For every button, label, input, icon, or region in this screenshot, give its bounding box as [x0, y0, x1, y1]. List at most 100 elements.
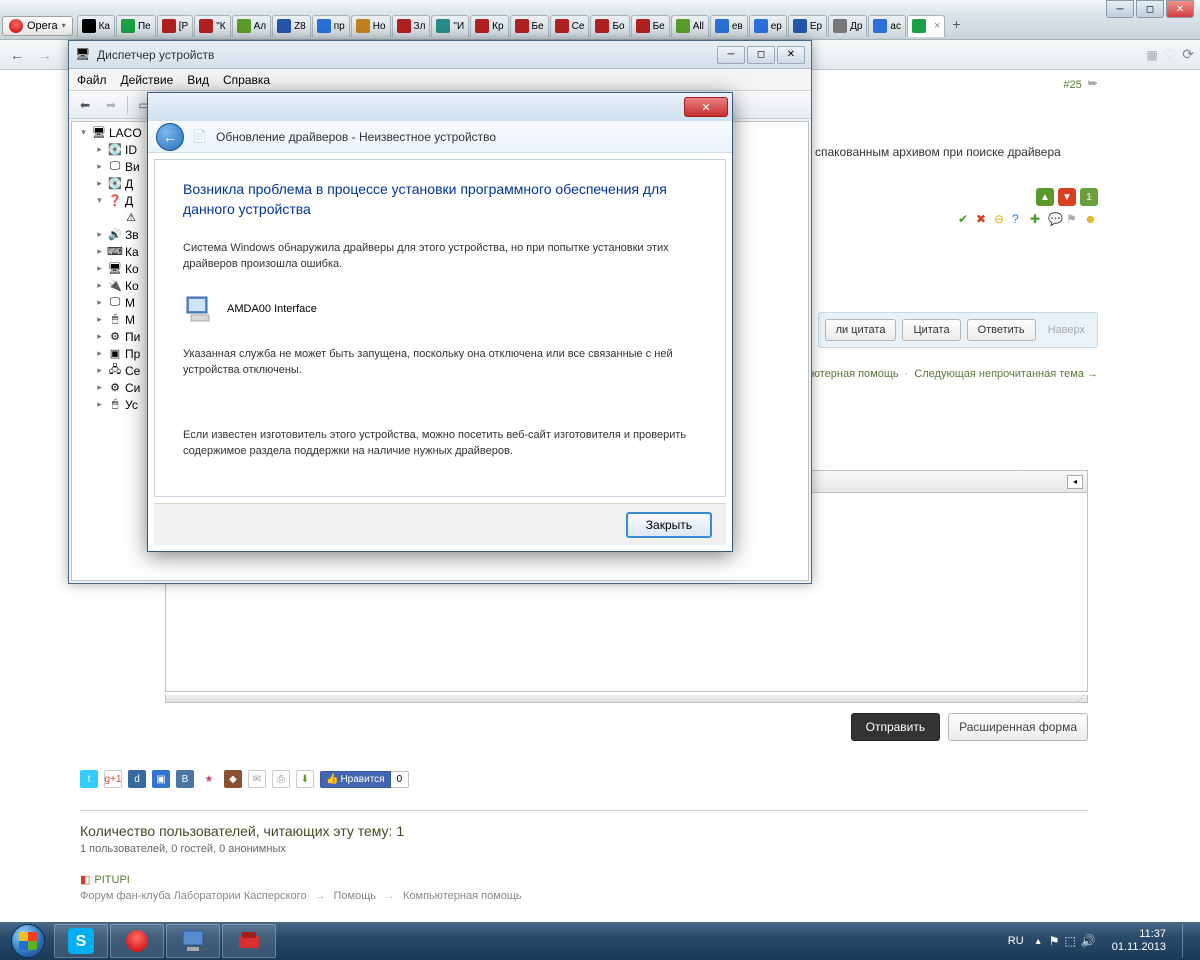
opera-menu-button[interactable]: Opera ▾: [2, 16, 73, 36]
menu-view[interactable]: Вид: [187, 73, 209, 87]
tree-expander-icon[interactable]: ▸: [94, 144, 105, 155]
tray-network-icon[interactable]: ⬚: [1064, 934, 1075, 948]
taskbar-app4[interactable]: [222, 924, 276, 958]
tree-expander-icon[interactable]: ▸: [94, 382, 105, 393]
browser-tab[interactable]: Пе: [116, 15, 156, 37]
tree-expander-icon[interactable]: ▸: [94, 229, 105, 240]
browser-tab[interactable]: Др: [828, 15, 867, 37]
x-icon[interactable]: ✖: [976, 212, 990, 226]
plus-icon[interactable]: ✚: [1030, 212, 1044, 226]
minus-icon[interactable]: ⊖: [994, 212, 1008, 226]
devmgr-minimize-button[interactable]: ─: [717, 46, 745, 64]
browser-tab[interactable]: All: [671, 15, 709, 37]
browser-tab[interactable]: ×: [907, 15, 945, 37]
browser-maximize-button[interactable]: ◻: [1136, 0, 1164, 18]
tab-close-icon[interactable]: ×: [934, 20, 940, 32]
browser-tab[interactable]: "И: [431, 15, 469, 37]
tree-expander-icon[interactable]: ▾: [94, 195, 105, 206]
twitter-icon[interactable]: t: [80, 770, 98, 788]
browser-tab[interactable]: Но: [351, 15, 391, 37]
tree-expander-icon[interactable]: ▸: [94, 161, 105, 172]
tree-expander-icon[interactable]: ▸: [94, 365, 105, 376]
crumb-next[interactable]: Следующая непрочитанная тема →: [914, 368, 1098, 380]
browser-tab[interactable]: Се: [550, 15, 590, 37]
show-desktop-button[interactable]: [1182, 924, 1194, 958]
tree-expander-icon[interactable]: ▸: [94, 246, 105, 257]
vote-down-button[interactable]: ▼: [1058, 188, 1076, 206]
tree-expander-icon[interactable]: ▸: [94, 263, 105, 274]
crumb-help[interactable]: Помощь: [333, 890, 376, 902]
digg-icon[interactable]: d: [128, 770, 146, 788]
crumb-home[interactable]: Форум фан-клуба Лаборатории Касперского: [80, 890, 306, 902]
editor-toggle-button[interactable]: ◂: [1067, 475, 1083, 489]
menu-help[interactable]: Справка: [223, 73, 270, 87]
taskbar-clock[interactable]: 11:37 01.11.2013: [1104, 928, 1174, 954]
help-icon[interactable]: ?: [1012, 212, 1026, 226]
browser-tab[interactable]: пр: [312, 15, 350, 37]
browser-minimize-button[interactable]: ─: [1106, 0, 1134, 18]
back-button[interactable]: ←: [6, 44, 28, 66]
tree-expander-icon[interactable]: ▸: [94, 399, 105, 410]
browser-close-button[interactable]: ✕: [1166, 0, 1194, 18]
face-icon[interactable]: ☻: [1084, 212, 1098, 226]
bookmarks-icon[interactable]: ▦: [1146, 48, 1157, 62]
forward-button[interactable]: →: [34, 44, 56, 66]
browser-tab[interactable]: Ал: [232, 15, 272, 37]
browser-tab[interactable]: Ка: [77, 15, 115, 37]
taskbar-opera[interactable]: [110, 924, 164, 958]
gplus-icon[interactable]: g+1: [104, 770, 122, 788]
browser-tab[interactable]: ер: [749, 15, 787, 37]
quote-button[interactable]: Цитата: [902, 319, 960, 341]
new-tab-button[interactable]: +: [946, 16, 966, 36]
reader-user[interactable]: ◧ PITUPI: [80, 873, 1088, 886]
browser-tab[interactable]: Зл: [392, 15, 431, 37]
multiquote-button[interactable]: ли цитата: [825, 319, 897, 341]
download-icon[interactable]: ⬇: [296, 770, 314, 788]
submit-button[interactable]: Отправить: [851, 713, 941, 741]
browser-tab[interactable]: Z8: [272, 15, 311, 37]
share-icon[interactable]: ⮩: [1088, 78, 1098, 91]
dialog-titlebar-close-button[interactable]: ✕: [684, 97, 728, 117]
menu-action[interactable]: Действие: [121, 73, 174, 87]
tree-expander-icon[interactable]: ▸: [94, 297, 105, 308]
browser-tab[interactable]: Бе: [510, 15, 549, 37]
browser-tab[interactable]: Бо: [590, 15, 629, 37]
mail-icon[interactable]: ✉: [248, 770, 266, 788]
vote-up-button[interactable]: ▲: [1036, 188, 1054, 206]
browser-tab[interactable]: [P: [157, 15, 193, 37]
language-indicator[interactable]: RU: [1004, 933, 1028, 949]
vk-icon[interactable]: B: [176, 770, 194, 788]
crumb-section[interactable]: ьютерная помощь: [806, 368, 899, 380]
check-icon[interactable]: ✔: [958, 212, 972, 226]
crumb-comphelp[interactable]: Компьютерная помощь: [403, 890, 522, 902]
tree-expander-icon[interactable]: ▸: [94, 348, 105, 359]
tray-flag-icon[interactable]: ⚑: [1049, 934, 1060, 948]
answer-button[interactable]: Ответить: [967, 319, 1036, 341]
facebook-like[interactable]: 👍Нравится 0: [320, 771, 409, 788]
devmgr-close-button[interactable]: ✕: [777, 46, 805, 64]
chat-icon[interactable]: 💬: [1048, 212, 1062, 226]
editor-resize-handle[interactable]: ⋰: [165, 695, 1088, 703]
browser-tab[interactable]: ев: [710, 15, 748, 37]
dialog-titlebar[interactable]: ✕: [148, 93, 732, 121]
misc-share-icon[interactable]: ◆: [224, 770, 242, 788]
browser-tab[interactable]: Ер: [788, 15, 827, 37]
print-icon[interactable]: ⎙: [272, 770, 290, 788]
tray-volume-icon[interactable]: 🔊: [1081, 934, 1096, 948]
toolbar-forward-button[interactable]: ➡: [99, 94, 123, 116]
tree-expander-icon[interactable]: ▸: [94, 314, 105, 325]
browser-tab[interactable]: ас: [868, 15, 906, 37]
reload-icon[interactable]: ⟳: [1182, 46, 1194, 63]
menu-file[interactable]: Файл: [77, 73, 107, 87]
tree-expander-icon[interactable]: ▸: [94, 178, 105, 189]
tree-expander-icon[interactable]: ▸: [94, 331, 105, 342]
browser-tab[interactable]: "К: [194, 15, 230, 37]
dialog-back-button[interactable]: ←: [156, 123, 184, 151]
toolbar-back-button[interactable]: ⬅: [73, 94, 97, 116]
flag-icon[interactable]: ⚑: [1066, 212, 1080, 226]
tree-expander-icon[interactable]: ▸: [94, 280, 105, 291]
start-button[interactable]: [4, 924, 52, 958]
browser-tab[interactable]: Бе: [631, 15, 670, 37]
tree-expander-icon[interactable]: ▾: [78, 127, 89, 138]
dialog-close-button[interactable]: Закрыть: [626, 512, 712, 538]
